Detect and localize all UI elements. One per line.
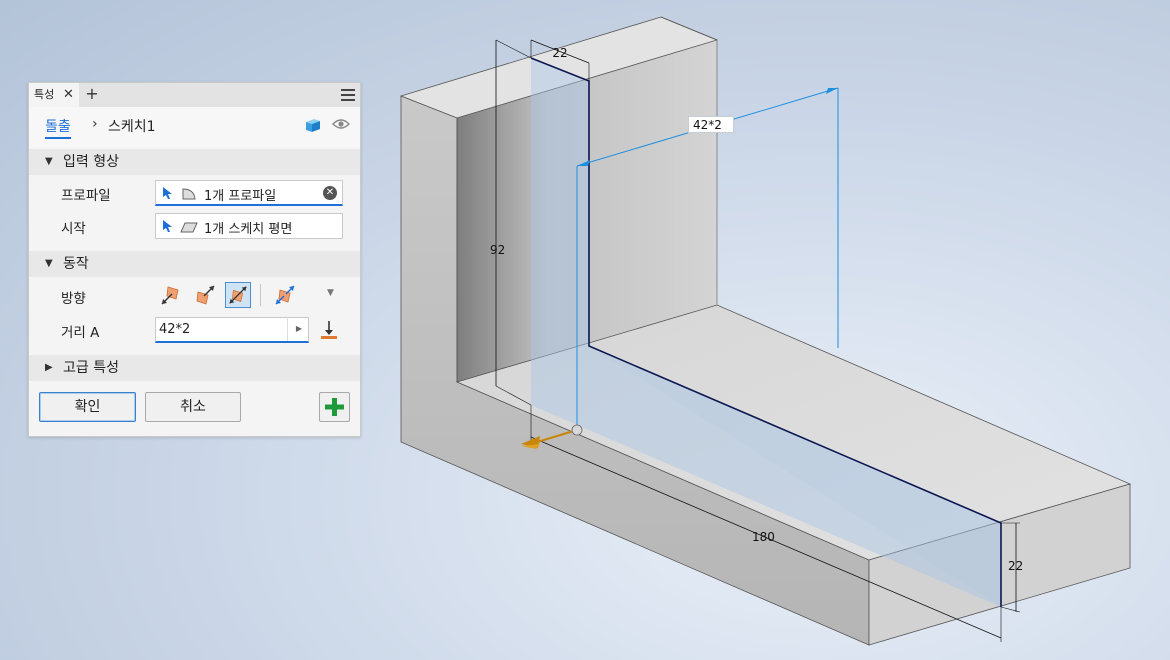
distance-menu-arrow-icon[interactable]: ▶ — [287, 317, 310, 341]
profile-selector[interactable]: 1개 프로파일 ✕ — [155, 180, 343, 206]
tab-properties-label: 특성 — [34, 88, 55, 101]
profile-shape-icon — [182, 188, 196, 200]
ok-button[interactable]: 확인 — [39, 392, 136, 422]
solid-cube-icon[interactable] — [304, 116, 322, 134]
direction-label: 방향 — [61, 291, 86, 307]
direction-default-button[interactable] — [158, 282, 184, 308]
panel-tab-bar: 특성 ✕ + — [29, 83, 360, 108]
section-input-geometry[interactable]: ▼ 입력 형상 — [29, 149, 360, 175]
distance-a-input[interactable]: 42*2 — [155, 317, 309, 343]
apply-and-new-button[interactable] — [319, 392, 350, 422]
expand-triangle-icon: ▶ — [45, 362, 53, 373]
clear-selection-icon[interactable]: ✕ — [323, 186, 337, 200]
properties-panel: 특성 ✕ + 돌출 › 스케치1 ▼ 입력 형상 프로파일 1개 프로파일 ✕ … — [28, 82, 361, 437]
section-behavior-title: 동작 — [63, 256, 89, 272]
direction-dropdown-icon[interactable]: ▼ — [327, 288, 334, 298]
tab-properties[interactable]: 특성 ✕ — [29, 83, 79, 107]
section-behavior[interactable]: ▼ 동작 — [29, 251, 360, 277]
profile-value: 1개 프로파일 — [204, 189, 277, 204]
collapse-triangle-icon: ▼ — [45, 258, 53, 269]
select-cursor-icon — [163, 187, 172, 199]
direction-asymmetric-button[interactable] — [272, 282, 298, 308]
distance-label: 거리 A — [61, 325, 100, 341]
breadcrumb: 돌출 › 스케치1 — [29, 107, 360, 147]
sketch-plane-icon — [180, 222, 198, 233]
direction-flipped-button[interactable] — [192, 282, 218, 308]
flip-direction-icon[interactable] — [319, 319, 339, 341]
breadcrumb-feature[interactable]: 돌출 — [45, 116, 71, 139]
select-cursor-icon — [163, 220, 172, 232]
dim-length-text[interactable]: 180 — [752, 530, 775, 544]
breadcrumb-sketch[interactable]: 스케치1 — [108, 116, 156, 136]
cancel-button[interactable]: 취소 — [145, 392, 241, 422]
section-advanced-title: 고급 특성 — [63, 360, 119, 376]
extent-expression-label[interactable]: 42*2 — [688, 116, 734, 133]
section-advanced[interactable]: ▶ 고급 특성 — [29, 355, 360, 381]
start-selector[interactable]: 1개 스케치 평면 — [155, 213, 343, 239]
tab-add-icon[interactable]: + — [84, 83, 100, 107]
dim-height-text[interactable]: 92 — [490, 243, 505, 257]
tab-close-icon[interactable]: ✕ — [63, 83, 74, 107]
direction-symmetric-button[interactable] — [225, 282, 251, 308]
visibility-eye-icon[interactable] — [332, 117, 350, 131]
dim-thickness-text[interactable]: 22 — [1008, 559, 1023, 573]
start-value: 1개 스케치 평면 — [204, 222, 293, 237]
section-input-geometry-title: 입력 형상 — [63, 154, 119, 170]
collapse-triangle-icon: ▼ — [45, 156, 53, 167]
dim-width-text[interactable]: 22 — [552, 46, 567, 60]
plus-icon — [325, 398, 344, 416]
direction-divider — [260, 284, 261, 306]
start-label: 시작 — [61, 221, 86, 237]
panel-menu-icon[interactable] — [341, 89, 355, 101]
breadcrumb-separator: › — [92, 116, 98, 132]
profile-label: 프로파일 — [61, 188, 111, 204]
distance-a-value: 42*2 — [159, 322, 191, 337]
